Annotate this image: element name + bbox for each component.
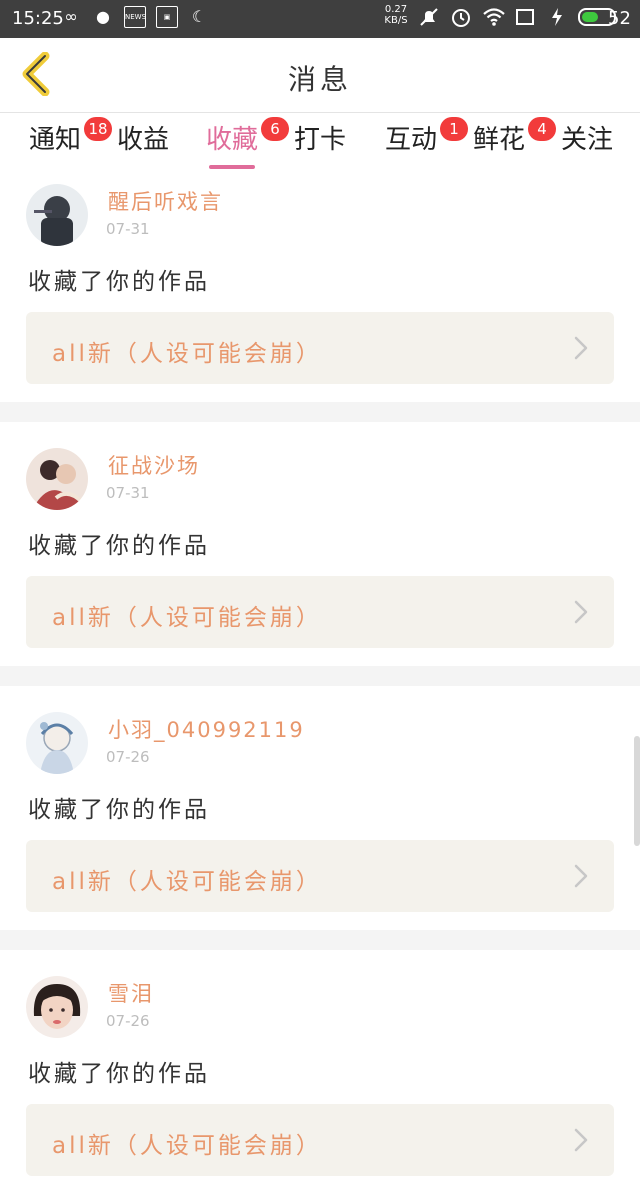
work-link[interactable]: all新（人设可能会崩） [26, 1104, 614, 1176]
charging-bolt-icon [546, 6, 568, 28]
status-time: 15:25 [12, 8, 64, 29]
moon-icon: ☾ [191, 7, 207, 26]
username[interactable]: 醒后听戏言 [108, 186, 223, 216]
status-bar: 15:25 ∞ ● NEWS ▣ ☾ 0.27 KB/S 52 [0, 0, 640, 38]
chevron-right-icon [574, 600, 588, 624]
signal-box-icon [514, 6, 536, 28]
card-divider [0, 930, 640, 950]
message-tabs: 通知 18 收益 收藏 6 打卡 互动 1 鲜花 4 关注 [0, 113, 640, 170]
tab-label: 收藏 [205, 125, 258, 155]
network-speed-unit: KB/S [384, 15, 408, 26]
card-divider [0, 402, 640, 422]
work-title: all新（人设可能会崩） [52, 605, 322, 631]
infinity-icon: ∞ [64, 7, 78, 26]
tab-label: 关注 [560, 125, 613, 155]
work-link[interactable]: all新（人设可能会崩） [26, 312, 614, 384]
activity-text: 收藏了你的作品 [28, 797, 210, 823]
app-notification-icon: ● [96, 7, 110, 26]
tab-label: 打卡 [293, 125, 346, 155]
list-item: 征战沙场 07-31 收藏了你的作品 all新（人设可能会崩） [0, 434, 640, 674]
status-right-icons [418, 6, 616, 28]
alarm-icon [450, 6, 472, 28]
avatar[interactable] [26, 712, 88, 774]
gallery-icon: ▣ [156, 6, 178, 28]
timestamp: 07-26 [106, 1012, 150, 1030]
avatar[interactable] [26, 184, 88, 246]
card-divider [0, 666, 640, 686]
scrollbar[interactable] [634, 736, 640, 846]
tab-label: 鲜花 [472, 125, 525, 155]
activity-text: 收藏了你的作品 [28, 269, 210, 295]
wifi-icon [482, 6, 505, 28]
network-speed-value: 0.27 [384, 4, 408, 15]
mute-bell-icon [418, 6, 440, 28]
work-title: all新（人设可能会崩） [52, 1133, 322, 1159]
timestamp: 07-31 [106, 220, 150, 238]
tab-notifications[interactable]: 通知 18 [20, 117, 112, 169]
status-left-icons: ∞ ● NEWS ▣ ☾ [60, 6, 210, 28]
tab-label: 互动 [384, 125, 437, 155]
username[interactable]: 征战沙场 [108, 450, 200, 480]
username[interactable]: 小羽_040992119 [108, 714, 305, 744]
work-title: all新（人设可能会崩） [52, 341, 322, 367]
avatar[interactable] [26, 448, 88, 510]
avatar[interactable] [26, 976, 88, 1038]
work-link[interactable]: all新（人设可能会崩） [26, 576, 614, 648]
work-title: all新（人设可能会崩） [52, 869, 322, 895]
tab-favorites[interactable]: 收藏 6 [197, 117, 289, 169]
tab-label: 通知 [28, 125, 81, 155]
battery-fill [582, 12, 598, 22]
news-icon: NEWS [124, 6, 146, 28]
active-tab-indicator [209, 165, 255, 169]
network-speed: 0.27 KB/S [380, 4, 412, 26]
chevron-right-icon [574, 336, 588, 360]
username[interactable]: 雪泪 [108, 978, 154, 1008]
tab-flowers[interactable]: 鲜花 4 [464, 117, 556, 169]
work-link[interactable]: all新（人设可能会崩） [26, 840, 614, 912]
timestamp: 07-31 [106, 484, 150, 502]
battery-percent: 52 [608, 8, 631, 29]
tab-checkin[interactable]: 打卡 [285, 123, 355, 169]
list-item: 小羽_040992119 07-26 收藏了你的作品 all新（人设可能会崩） [0, 698, 640, 938]
tab-following[interactable]: 关注 [552, 123, 622, 169]
chevron-right-icon [574, 1128, 588, 1152]
activity-text: 收藏了你的作品 [28, 533, 210, 559]
page-title: 消息 [287, 63, 352, 96]
timestamp: 07-26 [106, 748, 150, 766]
chevron-right-icon [574, 864, 588, 888]
title-bar: 消息 [0, 38, 640, 113]
list-item: 醒后听戏言 07-31 收藏了你的作品 all新（人设可能会崩） [0, 170, 640, 410]
tab-interactions[interactable]: 互动 1 [376, 117, 468, 169]
tab-earnings[interactable]: 收益 [108, 123, 178, 169]
tab-label: 收益 [116, 125, 169, 155]
activity-text: 收藏了你的作品 [28, 1061, 210, 1087]
list-item: 雪泪 07-26 收藏了你的作品 all新（人设可能会崩） [0, 962, 640, 1202]
